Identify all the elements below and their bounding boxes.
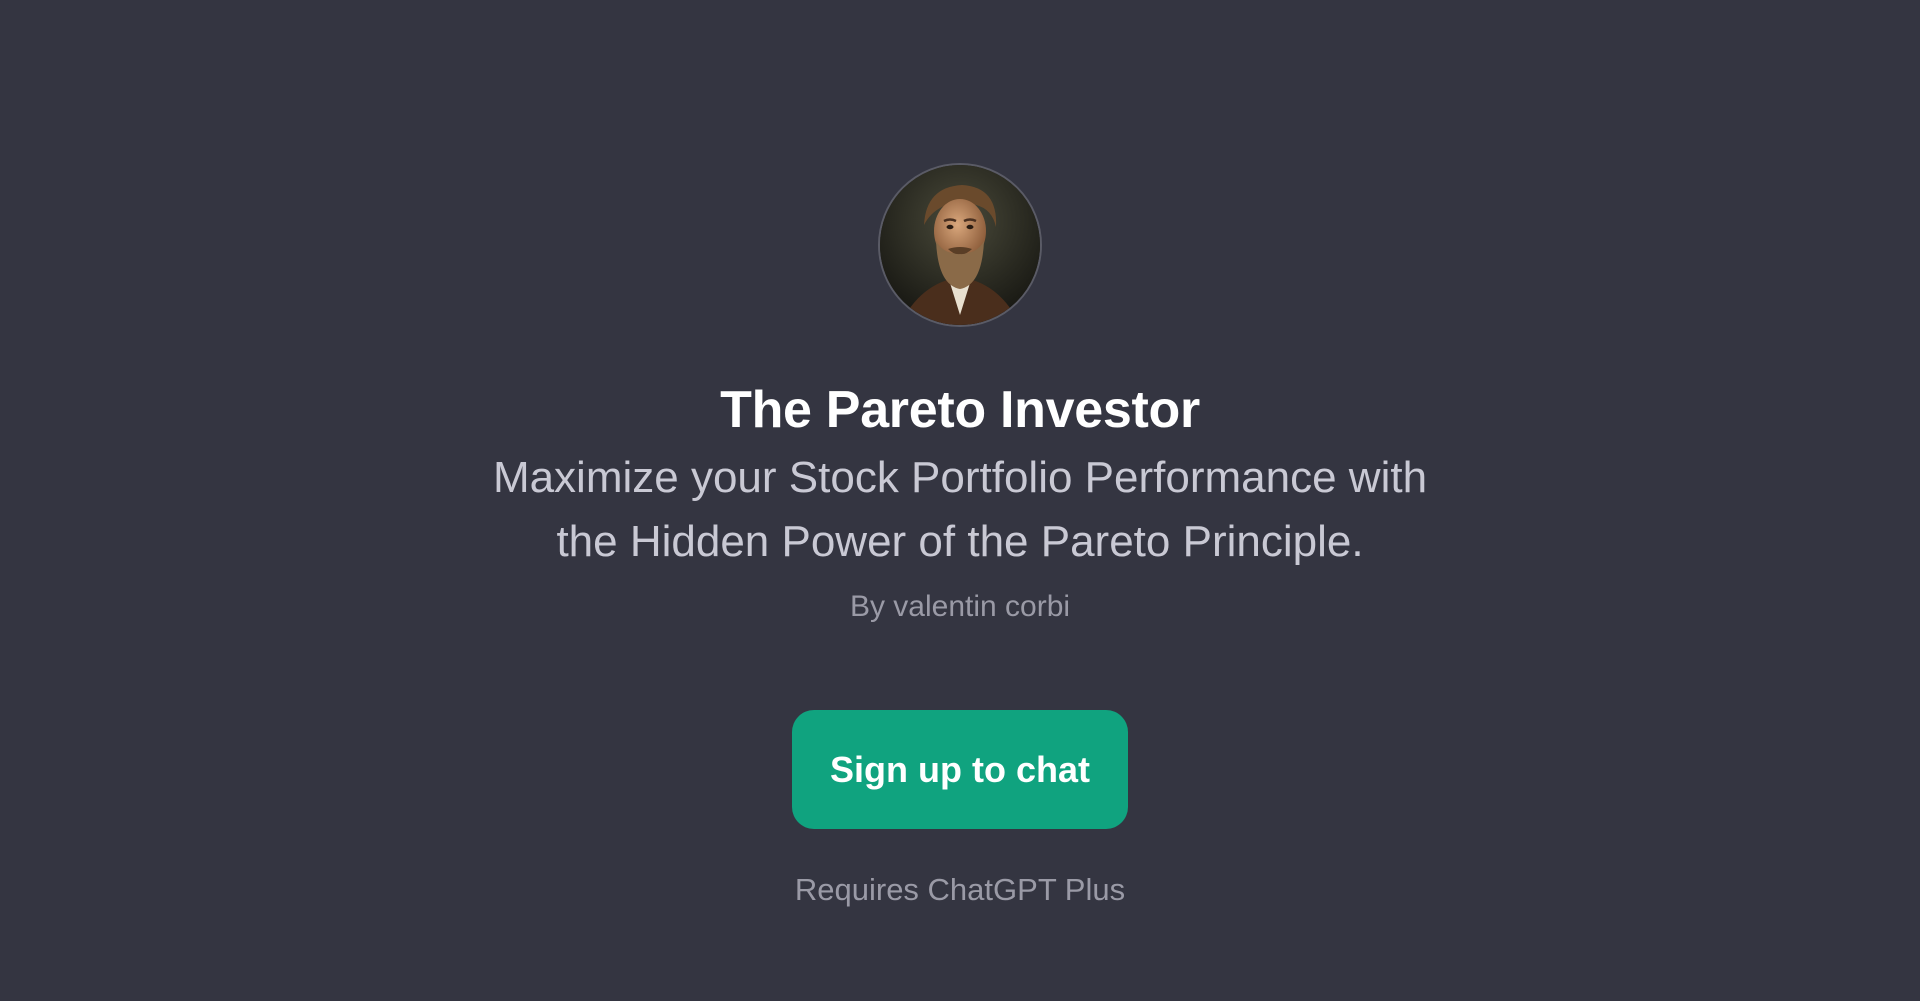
sign-up-to-chat-button[interactable]: Sign up to chat bbox=[792, 710, 1128, 829]
plan-requirement-note: Requires ChatGPT Plus bbox=[794, 872, 1126, 907]
avatar bbox=[878, 163, 1042, 327]
gpt-landing-page: The Pareto Investor Maximize your Stock … bbox=[0, 0, 1920, 1001]
gpt-author: By valentin corbi bbox=[849, 590, 1071, 623]
gpt-name: The Pareto Investor bbox=[720, 381, 1200, 439]
portrait-avatar-icon bbox=[880, 165, 1040, 325]
gpt-description: Maximize your Stock Portfolio Performanc… bbox=[492, 453, 1428, 566]
